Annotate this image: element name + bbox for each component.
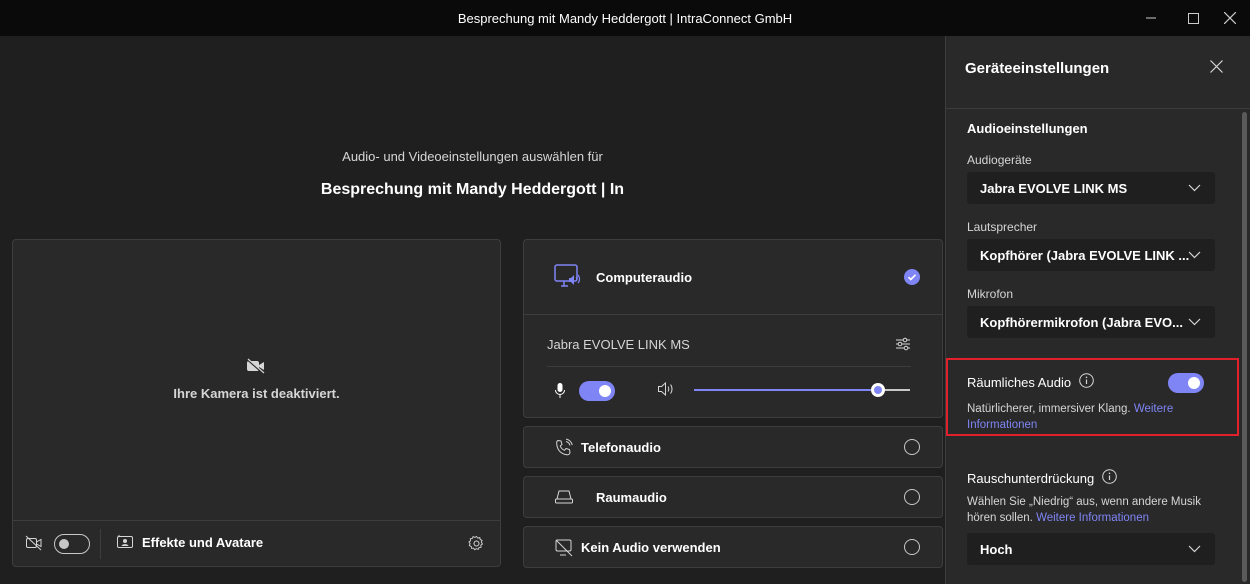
device-divider	[547, 366, 911, 367]
audio-devices-value: Jabra EVOLVE LINK MS	[980, 180, 1128, 196]
noise-suppression-select[interactable]: Hoch	[967, 533, 1215, 565]
chevron-down-icon	[1188, 181, 1201, 197]
room-audio-radio[interactable]	[904, 489, 920, 505]
camera-off-icon	[246, 358, 266, 377]
spatial-audio-desc-text: Natürlicherer, immersiver Klang.	[967, 403, 1131, 415]
noise-suppression-label: Rauschunterdrückung	[967, 470, 1095, 486]
audio-devices-label: Audiogeräte	[967, 153, 1032, 167]
spatial-audio-toggle[interactable]	[1168, 373, 1204, 393]
panel-scrollbar[interactable]	[1242, 112, 1247, 582]
effects-button[interactable]: Effekte und Avatare	[117, 534, 263, 551]
microphone-icon	[554, 382, 566, 402]
no-audio-option[interactable]: Kein Audio verwenden	[523, 526, 943, 568]
spatial-audio-row: Räumliches Audio	[967, 373, 1094, 391]
settings-gear-icon[interactable]	[468, 535, 485, 555]
no-audio-label: Kein Audio verwenden	[581, 540, 721, 555]
noise-suppression-row: Rauschunterdrückung	[967, 469, 1118, 487]
computer-audio-header[interactable]: Computeraudio	[524, 240, 942, 315]
no-audio-radio[interactable]	[904, 539, 920, 555]
window-close-icon[interactable]	[1212, 0, 1248, 36]
computer-audio-label: Computeraudio	[596, 270, 693, 285]
phone-icon	[554, 438, 574, 461]
room-audio-label: Raumaudio	[596, 490, 667, 505]
speaker-label: Lautsprecher	[967, 220, 1038, 234]
window-title: Besprechung mit Mandy Heddergott | Intra…	[457, 10, 793, 26]
device-settings-panel: Geräteeinstellungen Audioeinstellungen A…	[945, 36, 1250, 584]
spatial-audio-description: Natürlicherer, immersiver Klang. Weitere…	[967, 401, 1217, 433]
chevron-down-icon	[1188, 315, 1201, 331]
panel-divider	[946, 108, 1250, 109]
checkmark-icon	[904, 269, 920, 285]
chevron-down-icon	[1188, 542, 1201, 558]
camera-off-icon	[25, 535, 43, 554]
effects-label: Effekte und Avatare	[142, 535, 264, 550]
volume-thumb[interactable]	[871, 383, 885, 397]
camera-preview: Ihre Kamera ist deaktiviert. Effekte und…	[12, 239, 501, 567]
spatial-audio-label: Räumliches Audio	[967, 374, 1072, 390]
audio-devices-select[interactable]: Jabra EVOLVE LINK MS	[967, 172, 1215, 204]
noise-suppression-value: Hoch	[980, 541, 1013, 557]
prejoin-main: Audio- und Videoeinstellungen auswählen …	[0, 36, 945, 584]
no-audio-icon	[554, 538, 574, 561]
volume-slider[interactable]	[694, 383, 910, 397]
camera-off-text: Ihre Kamera ist deaktiviert.	[173, 386, 340, 401]
phone-audio-radio[interactable]	[904, 439, 920, 455]
microphone-value: Kopfhörermikrofon (Jabra EVO...	[980, 314, 1183, 330]
camera-toolbar: Effekte und Avatare	[13, 520, 500, 566]
volume-fill	[694, 389, 878, 391]
panel-title: Geräteeinstellungen	[965, 60, 1110, 77]
close-icon[interactable]	[1210, 60, 1223, 76]
computer-audio-icon	[554, 264, 582, 293]
noise-more-link[interactable]: Weitere Informationen	[1036, 512, 1149, 524]
microphone-toggle[interactable]	[579, 381, 615, 401]
teams-prejoin-window: Besprechung mit Mandy Heddergott | Intra…	[0, 0, 1250, 584]
noise-suppression-description: Wählen Sie „Niedrig“ aus, wenn andere Mu…	[967, 494, 1227, 526]
microphone-select[interactable]: Kopfhörermikrofon (Jabra EVO...	[967, 306, 1215, 338]
info-icon[interactable]	[1079, 373, 1094, 391]
audio-device-name: Jabra EVOLVE LINK MS	[547, 337, 690, 352]
maximize-icon[interactable]	[1175, 0, 1211, 36]
room-audio-icon	[554, 489, 574, 510]
room-audio-option[interactable]: Raumaudio	[523, 476, 943, 518]
speaker-value: Kopfhörer (Jabra EVOLVE LINK ...	[980, 247, 1190, 263]
minimize-icon[interactable]	[1133, 0, 1169, 36]
prejoin-subtitle: Audio- und Videoeinstellungen auswählen …	[342, 149, 603, 164]
audio-settings-heading: Audioeinstellungen	[967, 121, 1088, 136]
effects-icon	[117, 534, 133, 551]
chevron-down-icon	[1188, 248, 1201, 264]
microphone-label: Mikrofon	[967, 287, 1014, 301]
toolbar-divider	[100, 529, 101, 559]
info-icon[interactable]	[1102, 469, 1118, 487]
meeting-title: Besprechung mit Mandy Heddergott | In	[320, 181, 625, 198]
sliders-icon[interactable]	[895, 336, 911, 355]
camera-toggle[interactable]	[54, 534, 90, 554]
speaker-select[interactable]: Kopfhörer (Jabra EVOLVE LINK ...	[967, 239, 1215, 271]
title-bar: Besprechung mit Mandy Heddergott | Intra…	[0, 0, 1250, 36]
speaker-icon	[657, 381, 675, 400]
computer-audio-option[interactable]: Computeraudio Jabra EVOLVE LINK MS	[523, 239, 943, 418]
phone-audio-option[interactable]: Telefonaudio	[523, 426, 943, 468]
phone-audio-label: Telefonaudio	[581, 440, 661, 455]
